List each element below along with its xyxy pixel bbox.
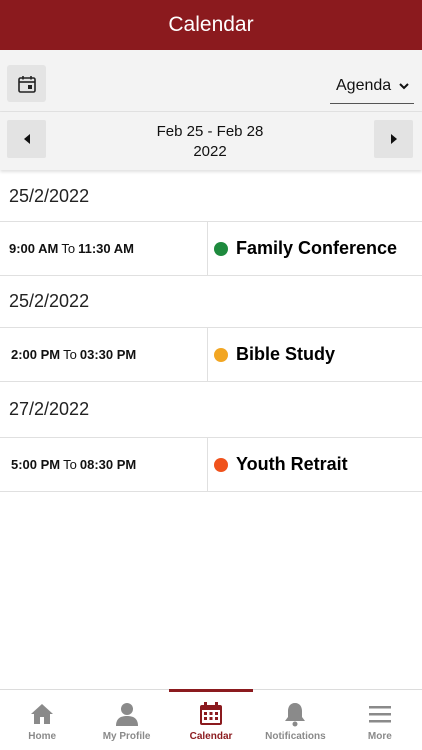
tab-my-profile[interactable]: My Profile — [84, 690, 168, 750]
event-to: To — [61, 241, 76, 256]
event-item[interactable]: 9:00 AM To 11:30 AM Family Conference — [0, 222, 422, 276]
tab-label: More — [367, 731, 392, 742]
event-end: 08:30 PM — [79, 457, 137, 472]
event-title-cell: Family Conference — [208, 222, 422, 275]
tab-notifications[interactable]: Notifications — [253, 690, 337, 750]
date-range-label: Feb 25 - Feb 28 — [156, 123, 264, 140]
event-color-dot — [214, 241, 228, 256]
home-icon — [31, 704, 54, 724]
event-title-cell: Youth Retrait — [208, 438, 422, 491]
tab-label: Calendar — [189, 731, 233, 742]
event-title: Family Conference — [236, 238, 398, 258]
view-mode-select[interactable]: Agenda — [330, 68, 414, 104]
event-start: 9:00 AM — [9, 241, 59, 256]
event-item[interactable]: 5:00 PM To 08:30 PM Youth Retrait — [0, 438, 422, 492]
tab-more[interactable]: More — [338, 690, 422, 750]
profile-icon — [115, 703, 138, 726]
caret-right-icon — [390, 134, 397, 144]
tab-home[interactable]: Home — [0, 690, 84, 750]
page-title: Calendar — [168, 13, 254, 36]
event-start: 2:00 PM — [11, 347, 61, 362]
event-to: To — [63, 457, 77, 472]
calendar-picker-button[interactable] — [7, 65, 46, 102]
chevron-down-icon — [399, 82, 409, 89]
event-title: Youth Retrait — [236, 454, 348, 474]
event-start: 5:00 PM — [11, 457, 61, 472]
bottom-tab-bar: Home My Profile Calendar Notifications M… — [0, 689, 422, 750]
agenda-list: 25/2/2022 9:00 AM To 11:30 AM Family Con… — [0, 172, 422, 492]
tab-label: Home — [28, 731, 57, 742]
date-range-year: 2022 — [193, 143, 227, 160]
event-end: 03:30 PM — [79, 347, 137, 362]
tab-calendar[interactable]: Calendar — [168, 689, 254, 750]
previous-range-button[interactable] — [7, 120, 46, 158]
event-time: 2:00 PM To 03:30 PM — [0, 328, 208, 381]
bell-icon — [285, 703, 306, 727]
caret-left-icon — [23, 134, 30, 144]
date-range-navigator: Feb 25 - Feb 28 2022 — [0, 112, 422, 170]
tab-label: Notifications — [265, 731, 326, 742]
app-header: Calendar — [0, 0, 422, 50]
calendar-icon — [17, 75, 36, 93]
event-title: Bible Study — [236, 344, 336, 364]
calendar-icon — [200, 702, 223, 725]
event-to: To — [63, 347, 77, 362]
day-header: 27/2/2022 — [0, 382, 422, 438]
menu-icon — [368, 706, 391, 723]
view-mode-value: Agenda — [336, 76, 392, 94]
event-color-dot — [214, 347, 228, 362]
event-item[interactable]: 2:00 PM To 03:30 PM Bible Study — [0, 328, 422, 382]
day-header: 25/2/2022 — [0, 276, 422, 328]
event-title-cell: Bible Study — [208, 328, 422, 381]
day-header: 25/2/2022 — [0, 172, 422, 222]
event-color-dot — [214, 457, 228, 472]
event-time: 5:00 PM To 08:30 PM — [0, 438, 208, 491]
calendar-toolbar: Agenda — [0, 50, 422, 112]
event-time: 9:00 AM To 11:30 AM — [0, 222, 208, 275]
event-end: 11:30 AM — [78, 241, 134, 256]
tab-label: My Profile — [102, 731, 151, 742]
next-range-button[interactable] — [374, 120, 413, 158]
